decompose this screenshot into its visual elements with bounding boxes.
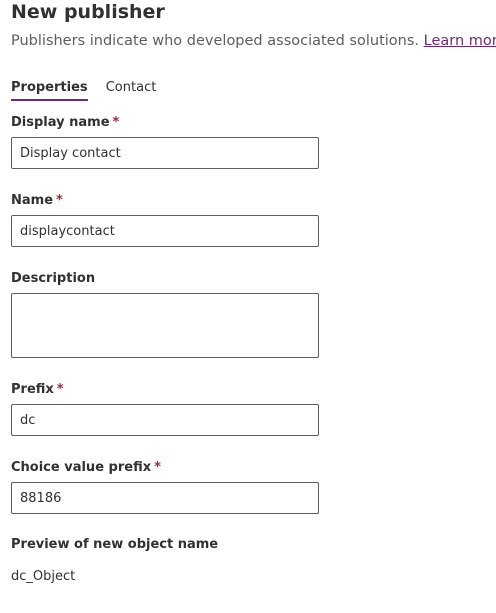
tab-contact[interactable]: Contact bbox=[106, 80, 157, 98]
display-name-field-group: Display name * bbox=[11, 114, 319, 169]
display-name-input[interactable] bbox=[11, 137, 319, 169]
preview-value: dc_Object bbox=[11, 569, 76, 584]
prefix-field-group: Prefix * bbox=[11, 381, 319, 436]
tab-list: Properties Contact bbox=[11, 76, 169, 101]
display-name-label: Display name * bbox=[11, 115, 120, 130]
description-field-group: Description bbox=[11, 270, 319, 358]
choice-value-prefix-input[interactable] bbox=[11, 482, 319, 514]
prefix-input[interactable] bbox=[11, 404, 319, 436]
learn-more-link[interactable]: Learn more bbox=[424, 33, 496, 49]
required-indicator: * bbox=[154, 460, 161, 475]
tab-properties[interactable]: Properties bbox=[11, 80, 88, 101]
required-indicator: * bbox=[56, 193, 63, 208]
choice-value-prefix-label: Choice value prefix * bbox=[11, 460, 161, 475]
prefix-label: Prefix * bbox=[11, 382, 64, 397]
page-subtitle: Publishers indicate who developed associ… bbox=[11, 33, 496, 49]
page-title: New publisher bbox=[11, 1, 165, 23]
preview-label: Preview of new object name bbox=[11, 537, 219, 552]
name-input[interactable] bbox=[11, 215, 319, 247]
name-field-group: Name * bbox=[11, 192, 319, 247]
choice-value-prefix-field-group: Choice value prefix * bbox=[11, 459, 319, 514]
description-textarea[interactable] bbox=[11, 293, 319, 358]
required-indicator: * bbox=[112, 115, 120, 130]
subtitle-text: Publishers indicate who developed associ… bbox=[11, 33, 420, 49]
name-label: Name * bbox=[11, 193, 63, 208]
description-label: Description bbox=[11, 271, 96, 286]
required-indicator: * bbox=[56, 382, 64, 397]
